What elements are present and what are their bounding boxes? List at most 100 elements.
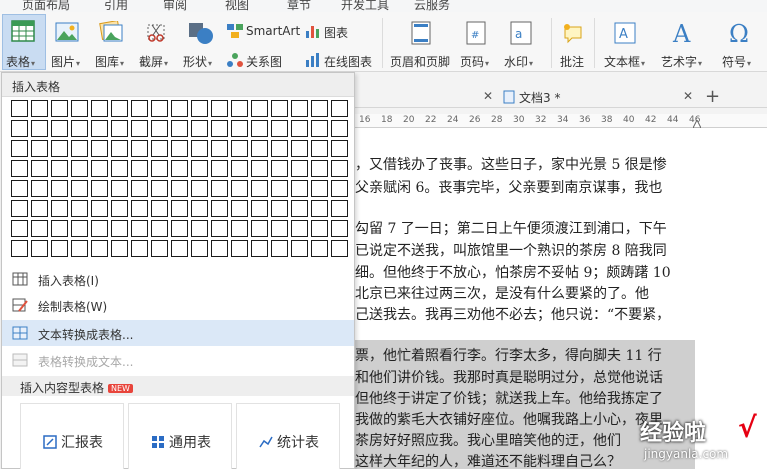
grid-cell[interactable] [171,100,188,117]
grid-cell[interactable] [51,180,68,197]
grid-cell[interactable] [131,200,148,217]
grid-cell[interactable] [291,140,308,157]
relation-diagram-button[interactable]: 关系图 [246,53,282,70]
grid-cell[interactable] [271,220,288,237]
grid-cell[interactable] [271,180,288,197]
grid-cell[interactable] [251,240,268,257]
grid-cell[interactable] [271,140,288,157]
grid-cell[interactable] [151,120,168,137]
grid-cell[interactable] [31,220,48,237]
grid-cell[interactable] [331,220,348,237]
page-number-button[interactable]: 页码▾ [460,53,489,70]
screenshot-button[interactable]: 截屏▾ [139,53,168,70]
grid-cell[interactable] [11,200,28,217]
gallery-button[interactable]: 图库▾ [95,53,124,70]
grid-cell[interactable] [111,220,128,237]
close-tab-icon[interactable]: ✕ [683,89,693,103]
report-table-card[interactable]: 汇报表 [20,403,124,469]
grid-cell[interactable] [231,100,248,117]
grid-cell[interactable] [231,220,248,237]
grid-cell[interactable] [11,180,28,197]
menu-tab-section[interactable]: 章节 [287,0,311,12]
menu-tab-cloud[interactable]: 云服务 [414,0,450,12]
grid-cell[interactable] [291,160,308,177]
grid-cell[interactable] [51,140,68,157]
grid-cell[interactable] [51,220,68,237]
grid-cell[interactable] [151,200,168,217]
grid-cell[interactable] [331,120,348,137]
grid-cell[interactable] [331,200,348,217]
grid-cell[interactable] [291,220,308,237]
grid-cell[interactable] [191,200,208,217]
grid-cell[interactable] [211,100,228,117]
grid-cell[interactable] [311,120,328,137]
grid-cell[interactable] [291,100,308,117]
grid-cell[interactable] [71,160,88,177]
watermark-button[interactable]: 水印▾ [504,53,533,70]
grid-cell[interactable] [251,140,268,157]
grid-cell[interactable] [251,120,268,137]
grid-cell[interactable] [251,200,268,217]
grid-cell[interactable] [171,180,188,197]
menu-tab-page-layout[interactable]: 页面布局 [22,0,70,12]
grid-cell[interactable] [191,140,208,157]
grid-cell[interactable] [231,200,248,217]
grid-cell[interactable] [11,240,28,257]
general-table-card[interactable]: 通用表 [128,403,232,469]
grid-cell[interactable] [151,160,168,177]
symbol-button[interactable]: 符号▾ [722,53,751,70]
header-footer-button[interactable]: 页眉和页脚 [390,53,450,70]
grid-cell[interactable] [171,240,188,257]
grid-cell[interactable] [51,120,68,137]
grid-cell[interactable] [231,140,248,157]
grid-cell[interactable] [131,160,148,177]
grid-cell[interactable] [291,240,308,257]
grid-cell[interactable] [171,160,188,177]
grid-cell[interactable] [211,140,228,157]
grid-cell[interactable] [11,220,28,237]
grid-cell[interactable] [151,100,168,117]
grid-cell[interactable] [311,140,328,157]
grid-cell[interactable] [191,100,208,117]
grid-cell[interactable] [271,100,288,117]
grid-cell[interactable] [31,240,48,257]
grid-cell[interactable] [11,140,28,157]
grid-cell[interactable] [271,200,288,217]
grid-cell[interactable] [91,100,108,117]
grid-cell[interactable] [111,240,128,257]
grid-cell[interactable] [291,120,308,137]
grid-cell[interactable] [231,240,248,257]
grid-cell[interactable] [91,140,108,157]
grid-cell[interactable] [91,240,108,257]
menu-tab-review[interactable]: 审阅 [163,0,187,12]
tab-document3[interactable]: 文档3 * [519,89,560,106]
grid-cell[interactable] [111,180,128,197]
grid-cell[interactable] [191,240,208,257]
grid-cell[interactable] [211,220,228,237]
grid-cell[interactable] [111,140,128,157]
grid-cell[interactable] [271,240,288,257]
grid-cell[interactable] [71,140,88,157]
grid-cell[interactable] [31,100,48,117]
grid-cell[interactable] [131,220,148,237]
grid-cell[interactable] [71,200,88,217]
grid-cell[interactable] [211,120,228,137]
grid-cell[interactable] [151,180,168,197]
grid-cell[interactable] [91,200,108,217]
menu-tab-view[interactable]: 视图 [225,0,249,12]
grid-cell[interactable] [231,180,248,197]
horizontal-ruler[interactable]: 16 18 20 22 24 26 28 30 32 34 36 38 40 4… [355,114,767,128]
grid-cell[interactable] [11,120,28,137]
grid-cell[interactable] [71,220,88,237]
grid-cell[interactable] [251,160,268,177]
add-tab-button[interactable]: + [705,86,720,107]
statistics-table-card[interactable]: 统计表 [236,403,340,469]
grid-cell[interactable] [11,160,28,177]
grid-cell[interactable] [71,100,88,117]
online-chart-button[interactable]: 在线图表 [324,53,372,70]
shape-button[interactable]: 形状▾ [183,53,212,70]
grid-cell[interactable] [251,100,268,117]
indent-marker-icon[interactable] [693,120,701,128]
grid-cell[interactable] [71,240,88,257]
grid-cell[interactable] [11,100,28,117]
